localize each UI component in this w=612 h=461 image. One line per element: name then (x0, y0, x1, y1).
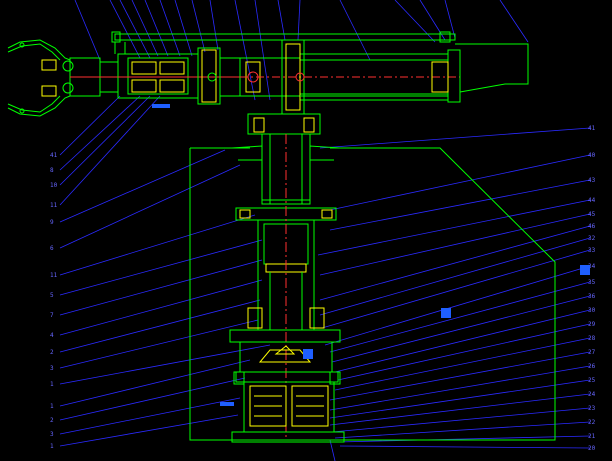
view-markers (152, 104, 590, 406)
balloon-label: 2 (50, 417, 54, 424)
housing-outline (189, 147, 556, 441)
balloon-label: 33 (588, 247, 596, 254)
base-gearbox (231, 341, 345, 443)
balloon-label: 43 (588, 177, 596, 184)
view-marker-icon (152, 104, 170, 108)
balloon-label: 28 (588, 335, 596, 342)
balloon-label: 10 (50, 182, 58, 189)
balloon-label: 40 (588, 152, 596, 159)
balloon-label: 26 (588, 363, 596, 370)
view-marker-icon (303, 349, 313, 359)
balloon-label: 25 (588, 377, 596, 384)
balloon-label: 35 (588, 279, 596, 286)
balloon-label: 36 (588, 293, 596, 300)
balloon-label: 24 (588, 391, 596, 398)
balloon-label: 8 (50, 167, 54, 174)
balloon-label: 6 (50, 245, 54, 252)
balloon-label: 1 (50, 443, 54, 450)
balloon-label: 44 (588, 197, 596, 204)
balloon-label: 4 (50, 332, 54, 339)
wrist-assembly (117, 47, 241, 105)
view-marker-icon (441, 308, 451, 318)
vertical-column (229, 113, 341, 440)
right-balloons: 41 40 43 44 45 46 32 33 34 35 36 30 29 2… (588, 125, 596, 452)
pneumatic-cylinder (239, 39, 529, 115)
balloon-label: 27 (588, 349, 596, 356)
balloon-label: 22 (588, 419, 596, 426)
balloon-label: 21 (588, 433, 596, 440)
left-balloons: 41 8 10 11 9 6 11 5 7 4 2 3 1 1 2 3 1 (50, 152, 58, 450)
balloon-label: 41 (588, 125, 596, 132)
balloon-label: 29 (588, 321, 596, 328)
balloon-label: 23 (588, 405, 596, 412)
view-marker-icon (220, 402, 234, 406)
balloon-label: 41 (50, 152, 58, 159)
mechanical-assembly-drawing: 41 8 10 11 9 6 11 5 7 4 2 3 1 1 2 3 1 41… (0, 0, 612, 461)
balloon-label: 3 (50, 365, 54, 372)
balloon-label: 1 (50, 403, 54, 410)
top-guide-rail (111, 31, 456, 54)
balloon-label: 9 (50, 219, 54, 226)
balloon-label: 5 (50, 292, 54, 299)
balloon-label: 7 (50, 312, 54, 319)
balloon-label: 11 (50, 272, 58, 279)
balloon-label: 1 (50, 381, 54, 388)
leader-lines (59, 0, 591, 461)
balloon-label: 45 (588, 211, 596, 218)
balloon-label: 32 (588, 235, 596, 242)
balloon-label: 30 (588, 307, 596, 314)
gripper (7, 39, 119, 117)
view-marker-icon (580, 265, 590, 275)
balloon-label: 2 (50, 349, 54, 356)
balloon-label: 20 (588, 445, 596, 452)
balloon-label: 3 (50, 431, 54, 438)
balloon-label: 46 (588, 223, 596, 230)
balloon-label: 11 (50, 202, 58, 209)
